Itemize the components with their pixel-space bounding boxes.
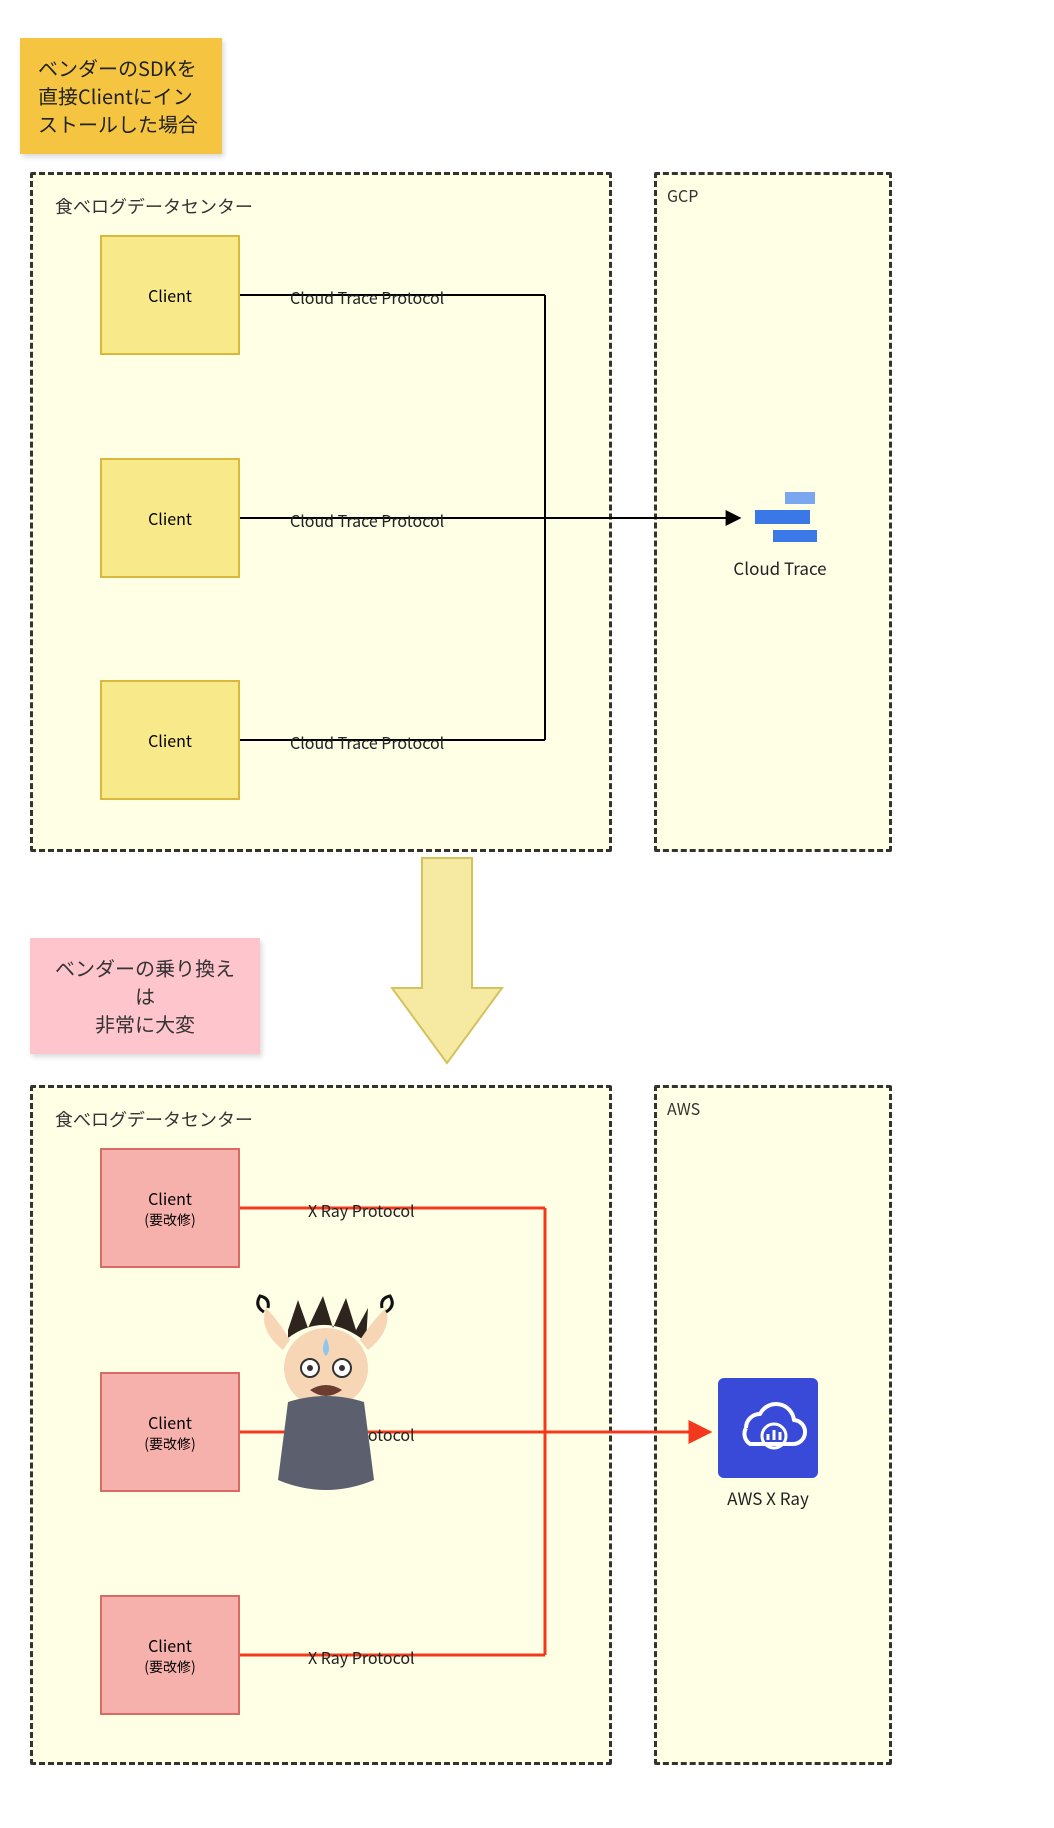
aws-xray-icon [718,1378,818,1478]
edge-label-top-3: Cloud Trace Protocol [290,730,444,754]
cloud-trace-label: Cloud Trace [730,555,830,580]
client-box-bottom-2: Client (要改修) [100,1372,240,1492]
client-label: Client [148,1410,192,1434]
client-box-top-1: Client [100,235,240,355]
frustrated-person-icon [228,1290,418,1520]
sticky-note-middle: ベンダーの乗り換えは 非常に大変 [30,938,260,1054]
aws-xray-label: AWS X Ray [718,1485,818,1510]
client-sublabel: (要改修) [144,1434,195,1454]
cloud-title-gcp: GCP [657,175,889,207]
datacenter-title-bottom: 食べログデータセンター [33,1088,609,1132]
client-box-top-2: Client [100,458,240,578]
client-label: Client [148,283,192,307]
client-sublabel: (要改修) [144,1210,195,1230]
client-box-top-3: Client [100,680,240,800]
down-arrow-icon [392,858,502,1068]
cloud-title-aws: AWS [657,1088,889,1120]
edge-label-top-2: Cloud Trace Protocol [290,508,444,532]
edge-label-bottom-1: X Ray Protocol [308,1198,415,1222]
sticky-note-top: ベンダーのSDKを 直接Clientにイン ストールした場合 [20,38,222,154]
client-label: Client [148,728,192,752]
client-box-bottom-1: Client (要改修) [100,1148,240,1268]
client-label: Client [148,1633,192,1657]
edge-label-bottom-3: X Ray Protocol [308,1645,415,1669]
client-label: Client [148,506,192,530]
cloud-trace-icon [745,488,825,548]
client-box-bottom-3: Client (要改修) [100,1595,240,1715]
client-sublabel: (要改修) [144,1657,195,1677]
client-label: Client [148,1186,192,1210]
edge-label-top-1: Cloud Trace Protocol [290,285,444,309]
datacenter-title-top: 食べログデータセンター [33,175,609,219]
